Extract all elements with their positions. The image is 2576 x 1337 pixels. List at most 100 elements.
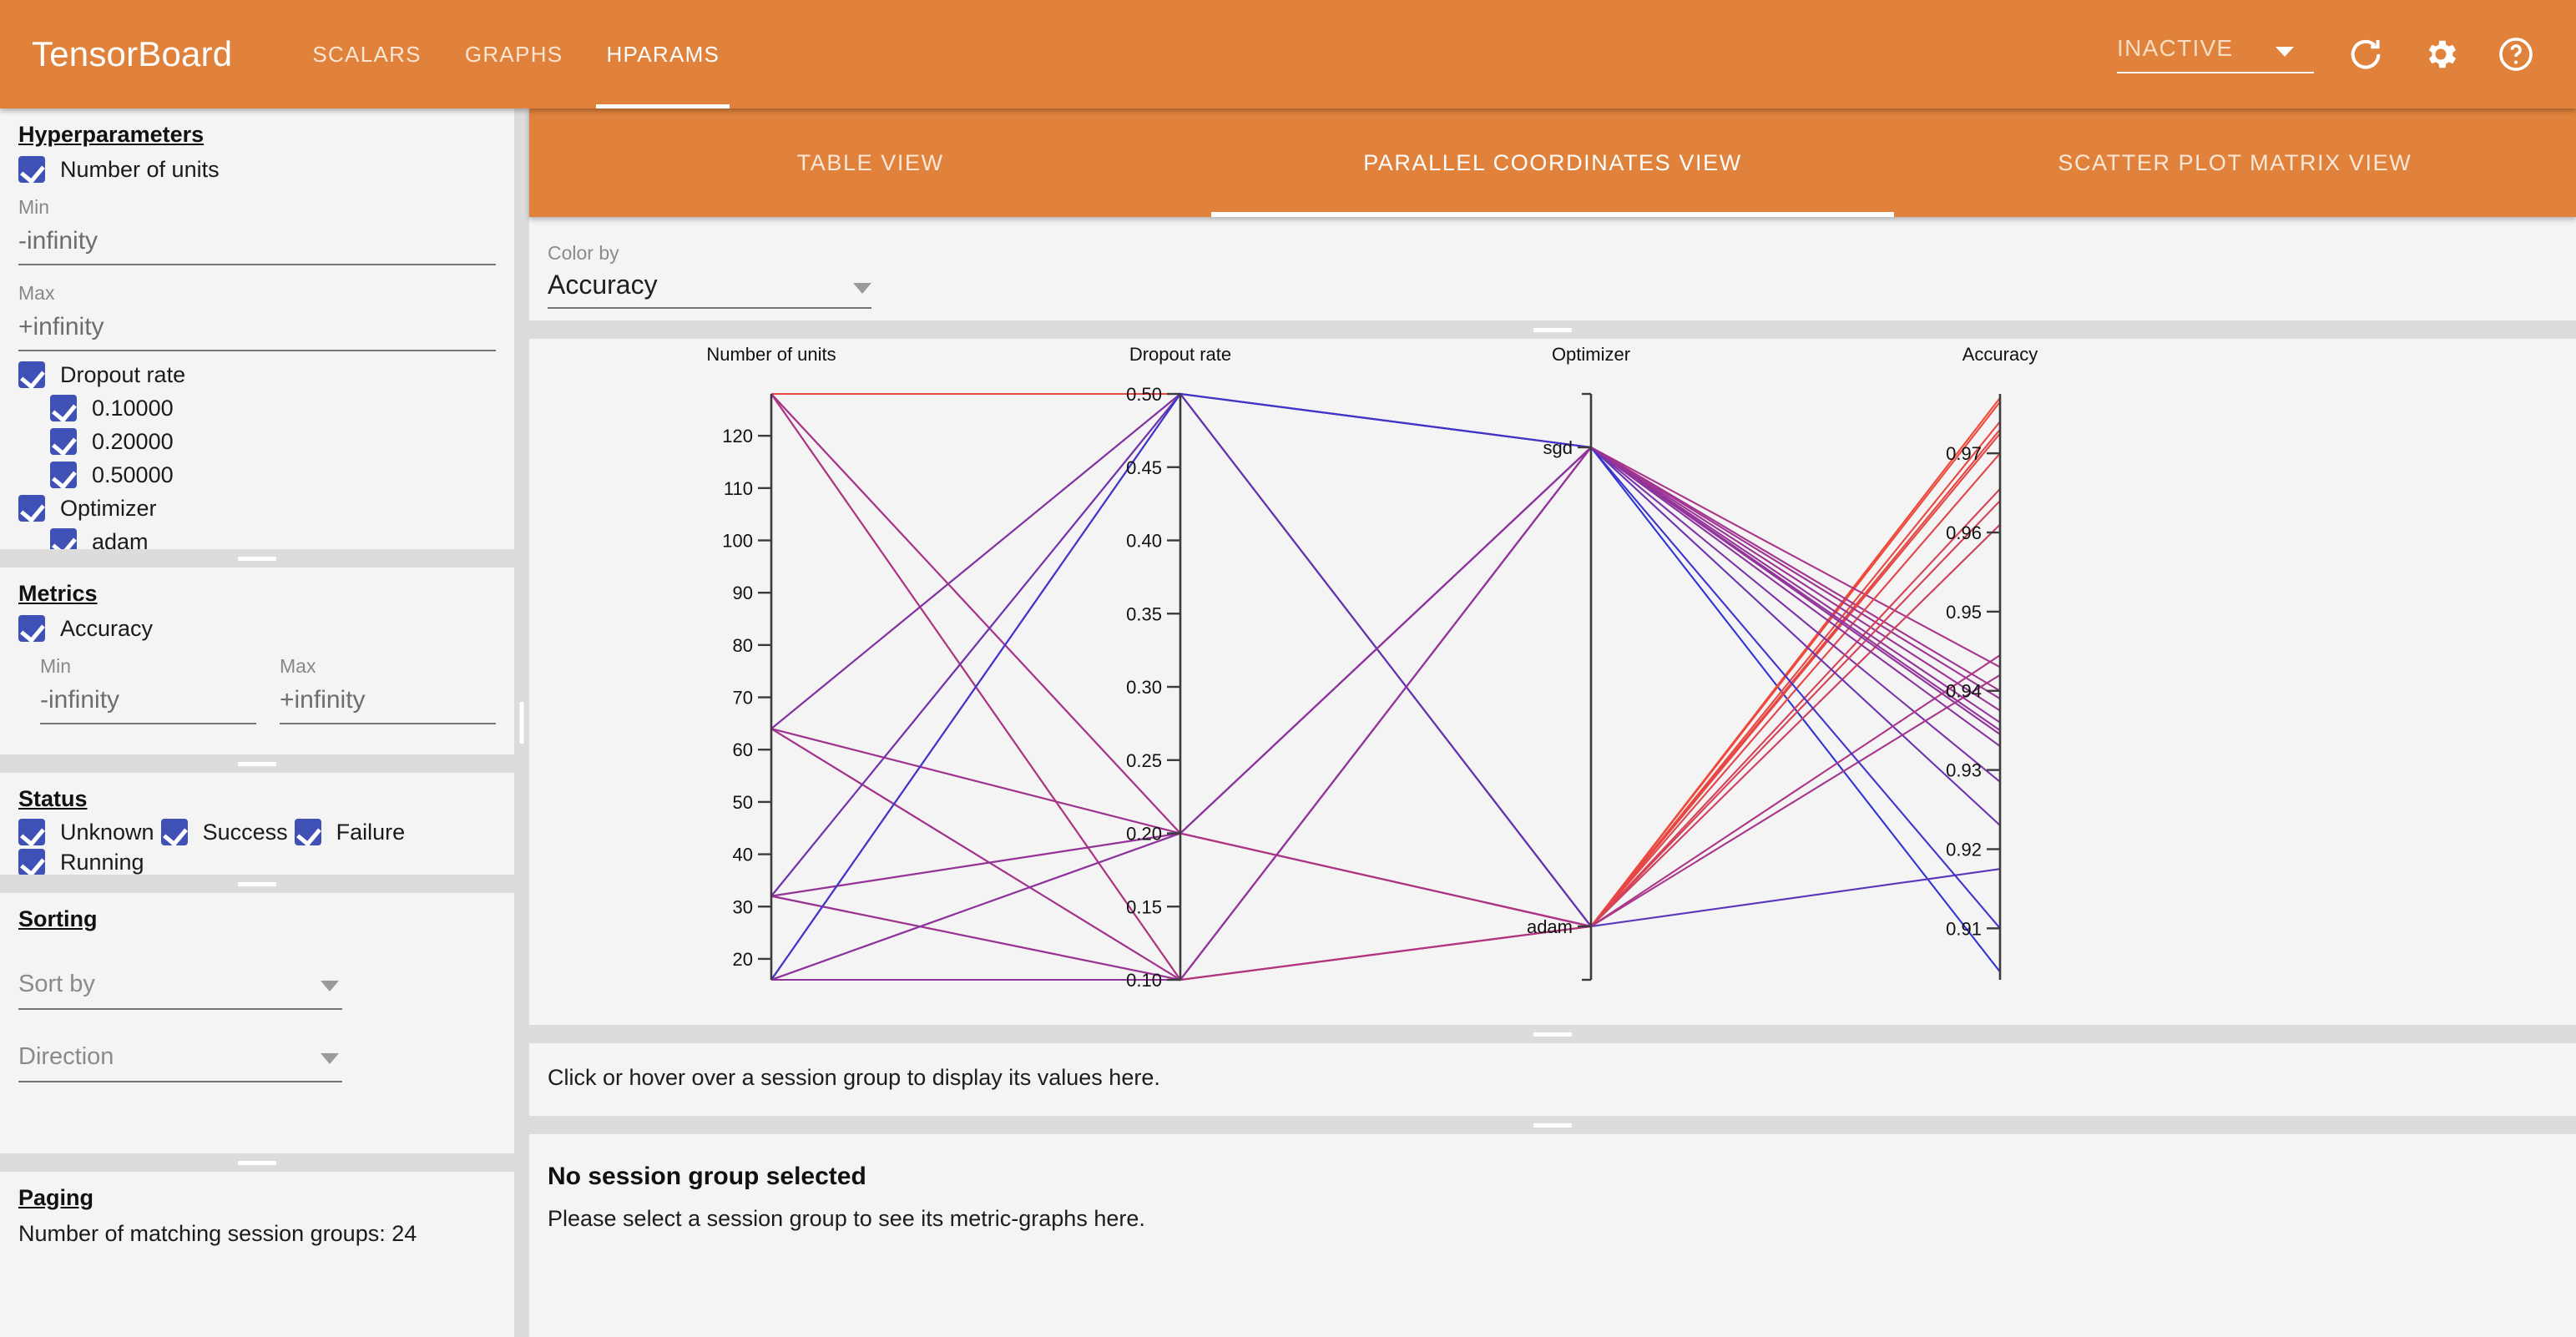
metric-checkbox-accuracy[interactable]: Accuracy xyxy=(18,612,496,645)
panel-divider-handle[interactable] xyxy=(0,549,514,568)
panel-divider-handle[interactable] xyxy=(529,1025,2576,1043)
color-by-select[interactable]: Color by Accuracy xyxy=(548,242,871,309)
checkbox-checked-icon[interactable] xyxy=(18,495,45,522)
chevron-down-icon xyxy=(853,283,871,294)
checkbox-checked-icon[interactable] xyxy=(18,615,45,642)
axis-tick-label: 0.20 xyxy=(1126,824,1162,845)
panel-divider-handle[interactable] xyxy=(0,1153,514,1172)
nav-item-graphs[interactable]: GRAPHS xyxy=(443,0,585,108)
status-checkbox-failure[interactable]: Failure xyxy=(295,817,406,847)
session-line[interactable] xyxy=(771,394,2000,972)
accuracy-max-field: Max xyxy=(280,655,496,724)
tab-table-view[interactable]: TABLE VIEW xyxy=(529,108,1211,217)
settings-button[interactable] xyxy=(2417,31,2464,78)
header-actions: INACTIVE xyxy=(2117,31,2576,78)
help-button[interactable] xyxy=(2493,31,2539,78)
axis-tick-label: 110 xyxy=(724,478,753,499)
status-label: Success xyxy=(203,820,288,845)
sort-by-select[interactable]: Sort by xyxy=(18,962,342,1010)
units-max-input[interactable] xyxy=(18,310,496,351)
run-status-value: INACTIVE xyxy=(2117,35,2234,62)
direction-select[interactable]: Direction xyxy=(18,1035,342,1082)
refresh-icon xyxy=(2346,35,2385,73)
nav-item-label: GRAPHS xyxy=(465,42,563,68)
accuracy-range-fields: Min Max xyxy=(18,645,496,733)
hparam-checkbox-number-of-units[interactable]: Number of units xyxy=(18,153,496,186)
parallel-coordinates-chart[interactable]: Number of units2030405060708090100110120… xyxy=(529,339,2576,1025)
panel-divider-handle[interactable] xyxy=(0,875,514,893)
status-checkbox-unknown[interactable]: Unknown xyxy=(18,817,154,847)
session-line[interactable] xyxy=(771,433,2000,926)
chevron-down-icon xyxy=(321,981,339,991)
sidebar-resize-handle[interactable] xyxy=(514,108,529,1337)
checkbox-checked-icon[interactable] xyxy=(161,819,188,845)
run-status-dropdown[interactable]: INACTIVE xyxy=(2117,35,2314,73)
checkbox-checked-icon[interactable] xyxy=(50,428,77,455)
panel-divider-handle[interactable] xyxy=(529,320,2576,339)
accuracy-max-input[interactable] xyxy=(280,683,496,724)
color-by-value: Accuracy xyxy=(548,270,658,300)
axis-tick-label: 30 xyxy=(733,896,753,917)
axis-tick-label: 0.93 xyxy=(1946,760,1982,781)
hparam-checkbox-optimizer[interactable]: Optimizer xyxy=(18,492,496,525)
tab-label: SCATTER PLOT MATRIX VIEW xyxy=(2058,150,2412,176)
axis-tick-label: 60 xyxy=(733,739,753,760)
main-content: TABLE VIEW PARALLEL COORDINATES VIEW SCA… xyxy=(529,108,2576,1337)
gear-icon xyxy=(2422,35,2460,73)
nav-item-scalars[interactable]: SCALARS xyxy=(290,0,442,108)
hyperparameters-panel: Hyperparameters Number of units Min Max … xyxy=(0,108,514,549)
session-line[interactable] xyxy=(771,655,2000,980)
parallel-coordinates-svg[interactable]: Number of units2030405060708090100110120… xyxy=(529,339,2576,1025)
axis-title: Dropout rate xyxy=(1129,344,1231,365)
accuracy-min-field: Min xyxy=(40,655,256,724)
checkbox-checked-icon[interactable] xyxy=(295,819,321,845)
session-line[interactable] xyxy=(771,394,2000,782)
checkbox-checked-icon[interactable] xyxy=(18,361,45,388)
status-panel: Status Unknown Success Failure Running xyxy=(0,773,514,875)
axis-tick-label: 0.35 xyxy=(1126,603,1162,624)
sorting-panel: Sorting Sort by Direction xyxy=(0,893,514,1153)
checkbox-checked-icon[interactable] xyxy=(18,849,45,875)
panel-divider-handle[interactable] xyxy=(0,754,514,773)
axis-tick-label: adam xyxy=(1527,916,1573,937)
axis-tick-label: 100 xyxy=(722,531,753,552)
nav-item-label: HPARAMS xyxy=(606,42,720,68)
axis-tick-label: 0.15 xyxy=(1126,896,1162,917)
app-nav: SCALARS GRAPHS HPARAMS xyxy=(290,0,741,108)
tab-label: TABLE VIEW xyxy=(797,150,944,176)
hparam-value-dropout-0.20000[interactable]: 0.20000 xyxy=(18,425,496,458)
tab-parallel-coordinates-view[interactable]: PARALLEL COORDINATES VIEW xyxy=(1211,108,1893,217)
sorting-title: Sorting xyxy=(18,893,98,937)
metric-label: Accuracy xyxy=(60,616,153,642)
session-line[interactable] xyxy=(771,447,2000,980)
status-label: Failure xyxy=(336,820,406,845)
units-min-input[interactable] xyxy=(18,224,496,265)
axis-tick-label: sgd xyxy=(1543,437,1573,458)
session-line[interactable] xyxy=(771,394,2000,834)
hparam-value-dropout-0.10000[interactable]: 0.10000 xyxy=(18,391,496,425)
axis-tick-label: 0.95 xyxy=(1946,602,1982,623)
hparam-value-dropout-0.50000[interactable]: 0.50000 xyxy=(18,458,496,492)
workspace: Hyperparameters Number of units Min Max … xyxy=(0,108,2576,1337)
hparam-checkbox-dropout-rate[interactable]: Dropout rate xyxy=(18,358,496,391)
tab-label: PARALLEL COORDINATES VIEW xyxy=(1363,150,1742,176)
session-line[interactable] xyxy=(771,447,2000,896)
checkbox-checked-icon[interactable] xyxy=(50,395,77,421)
tab-scatter-plot-matrix-view[interactable]: SCATTER PLOT MATRIX VIEW xyxy=(1894,108,2576,217)
checkbox-checked-icon[interactable] xyxy=(50,462,77,488)
hyperparameters-title: Hyperparameters xyxy=(18,108,204,153)
nav-item-hparams[interactable]: HPARAMS xyxy=(584,0,741,108)
accuracy-min-input[interactable] xyxy=(40,683,256,724)
no-session-title: No session group selected xyxy=(548,1163,2558,1191)
hparam-value-label: 0.50000 xyxy=(92,462,174,488)
axis-tick-label: 50 xyxy=(733,792,753,813)
checkbox-checked-icon[interactable] xyxy=(18,819,45,845)
checkbox-checked-icon[interactable] xyxy=(18,156,45,183)
session-line[interactable] xyxy=(771,394,2000,896)
panel-divider-handle[interactable] xyxy=(529,1116,2576,1134)
refresh-button[interactable] xyxy=(2342,31,2389,78)
direction-value: Direction xyxy=(18,1043,114,1071)
status-checkbox-success[interactable]: Success xyxy=(161,817,288,847)
status-checkbox-running[interactable]: Running xyxy=(18,847,144,877)
status-label: Running xyxy=(60,850,144,875)
